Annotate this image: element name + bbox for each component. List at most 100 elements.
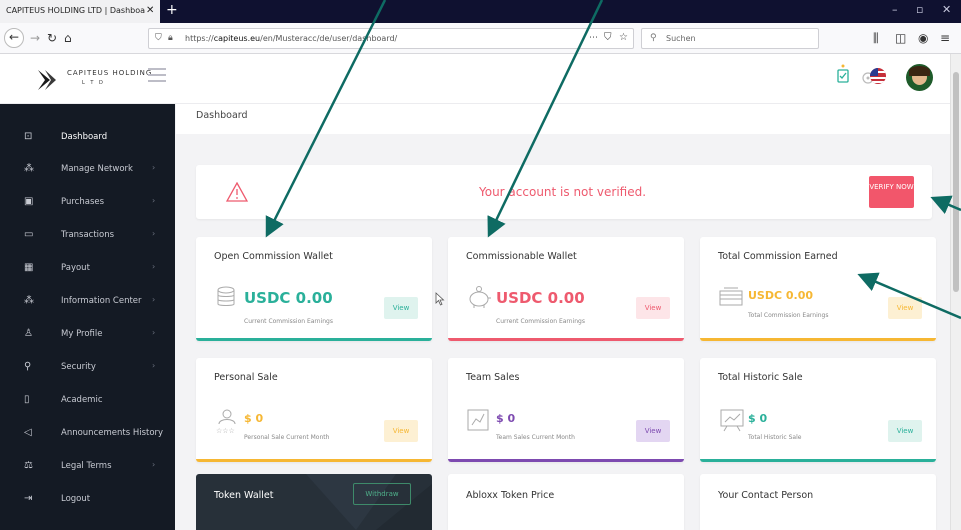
token-wallet-title: Token Wallet: [214, 490, 274, 501]
card-amount: $ 0: [748, 412, 768, 425]
sidebar-item-announcements-history[interactable]: ◁ Announcements History: [0, 416, 175, 448]
card-accent-bar: [700, 459, 936, 462]
card-title: Total Historic Sale: [718, 372, 803, 383]
brand-logo[interactable]: CAPITEUS HOLDING L T D: [36, 68, 156, 94]
alert-message: Your account is not verified.: [479, 185, 647, 199]
avatar[interactable]: [906, 64, 933, 91]
sidebar-item-academic[interactable]: ▯ Academic: [0, 383, 175, 415]
hamburger-menu-icon[interactable]: [148, 68, 166, 86]
svg-text:☆☆☆: ☆☆☆: [216, 427, 235, 434]
page-title: Dashboard: [196, 110, 248, 121]
card-view-button[interactable]: View: [384, 420, 418, 442]
security-icon: ⚲: [24, 361, 32, 372]
megaphone-icon: ◁: [24, 427, 32, 438]
sidebar-item-purchases[interactable]: ▣ Purchases ›: [0, 185, 175, 217]
forward-arrow-icon[interactable]: →: [30, 31, 40, 45]
card-subtitle: Current Commission Earnings: [244, 318, 333, 325]
sidebar-item-my-profile[interactable]: ♙ My Profile ›: [0, 317, 175, 349]
sidebar-item-label: Logout: [61, 494, 91, 504]
bookmark-star-icon[interactable]: ☆: [619, 32, 628, 43]
verify-now-button[interactable]: VERIFY NOW: [869, 176, 914, 208]
card-title: Open Commission Wallet: [214, 251, 333, 262]
card-view-button[interactable]: View: [888, 297, 922, 319]
back-arrow-icon[interactable]: ←: [4, 28, 24, 48]
card-subtitle: Total Commission Earnings: [748, 312, 829, 319]
home-icon[interactable]: ⌂: [64, 31, 72, 45]
sidebar-item-information-center[interactable]: ⁂ Information Center ›: [0, 284, 175, 316]
account-icon[interactable]: ◉: [918, 31, 928, 45]
sidebar-item-payout[interactable]: ▦ Payout ›: [0, 251, 175, 283]
sidebar-item-logout[interactable]: ⇥ Logout: [0, 482, 175, 514]
verification-alert: Your account is not verified. VERIFY NOW: [196, 165, 932, 219]
card-view-button[interactable]: View: [636, 297, 670, 319]
chart-board-icon: [466, 408, 490, 436]
sidebar-toggle-icon[interactable]: ◫: [895, 31, 906, 45]
legal-icon: ⚖: [24, 460, 33, 471]
address-bar[interactable]: ⛉ 🔒︎ https://capiteus.eu/en/Musteracc/de…: [148, 28, 634, 49]
card-accent-bar: [196, 459, 432, 462]
sidebar-item-label: Dashboard: [61, 132, 108, 142]
app-header: CAPITEUS HOLDING L T D: [0, 54, 950, 104]
tab-close-icon[interactable]: ✕: [146, 5, 154, 16]
logout-icon: ⇥: [24, 493, 33, 504]
payout-icon: ▦: [24, 262, 34, 273]
withdraw-button[interactable]: Withdraw: [353, 483, 411, 505]
url-text: https://capiteus.eu/en/Musteracc/de/user…: [185, 34, 398, 43]
page-actions-icon[interactable]: ⋯: [589, 33, 598, 43]
sidebar-item-dashboard[interactable]: ⊡ Dashboard: [0, 120, 175, 152]
brand-name: CAPITEUS HOLDING: [67, 69, 153, 77]
card-view-button[interactable]: View: [636, 420, 670, 442]
sidebar-item-security[interactable]: ⚲ Security ›: [0, 350, 175, 382]
tasks-icon[interactable]: [836, 64, 852, 84]
search-icon: ⚲: [650, 33, 657, 43]
sidebar-item-label: Purchases: [61, 197, 105, 207]
browser-search-input[interactable]: ⚲ Suchen: [641, 28, 819, 49]
team-sales-card: Team Sales $ 0 Team Sales Current Month Vie…: [448, 358, 684, 462]
library-icon[interactable]: ⫼: [873, 31, 879, 46]
chevron-right-icon: ›: [152, 229, 156, 238]
total-historic-sale-card: Total Historic Sale $ 0 Total Historic Sal…: [700, 358, 936, 462]
page-scrollbar[interactable]: [950, 54, 961, 530]
information-icon: ⁂: [24, 295, 34, 306]
chevron-right-icon: ›: [152, 328, 156, 337]
card-subtitle: Personal Sale Current Month: [244, 434, 330, 441]
minimize-icon[interactable]: –: [892, 3, 898, 16]
contact-person-title: Your Contact Person: [718, 490, 814, 501]
card-title: Total Commission Earned: [718, 251, 838, 262]
sidebar-item-manage-network[interactable]: ⁂ Manage Network ›: [0, 152, 175, 184]
restore-icon[interactable]: ▫: [916, 3, 923, 16]
card-view-button[interactable]: View: [384, 297, 418, 319]
coin-stack-icon: [214, 285, 238, 313]
scroll-thumb[interactable]: [953, 72, 959, 292]
sidebar-item-label: My Profile: [61, 329, 103, 339]
reload-icon[interactable]: ↻: [47, 31, 57, 45]
new-tab-icon[interactable]: +: [166, 2, 178, 18]
sidebar-item-legal-terms[interactable]: ⚖ Legal Terms ›: [0, 449, 175, 481]
shield-icon[interactable]: ⛉: [155, 33, 162, 43]
mouse-cursor-icon: [435, 292, 445, 306]
pocket-icon[interactable]: ⛉: [604, 32, 612, 43]
card-accent-bar: [448, 338, 684, 341]
browser-tab[interactable]: CAPITEUS HOLDING LTD | Dashboa ✕: [0, 0, 160, 23]
chevron-right-icon: ›: [152, 163, 156, 172]
window-close-icon[interactable]: ✕: [942, 3, 951, 16]
card-amount: USDC 0.00: [496, 289, 585, 307]
transactions-icon: ▭: [24, 229, 34, 240]
sidebar-item-label: Manage Network: [61, 164, 133, 174]
sidebar-item-label: Academic: [61, 395, 103, 405]
lock-icon[interactable]: 🔒︎: [168, 33, 173, 43]
token-wallet-card: Token Wallet Withdraw: [196, 474, 432, 530]
sidebar-item-transactions[interactable]: ▭ Transactions ›: [0, 218, 175, 250]
trend-board-icon: [718, 408, 746, 436]
card-amount: $ 0: [496, 412, 516, 425]
card-view-button[interactable]: View: [888, 420, 922, 442]
language-flag-icon[interactable]: [870, 68, 886, 84]
token-price-card: Abloxx Token Price: [448, 474, 684, 530]
menu-icon[interactable]: ≡: [940, 31, 950, 45]
person-rating-icon: ☆☆☆: [214, 408, 240, 438]
academic-icon: ▯: [24, 394, 30, 405]
chevron-right-icon: ›: [152, 196, 156, 205]
sidebar-item-label: Transactions: [61, 230, 115, 240]
personal-sale-card: Personal Sale ☆☆☆ $ 0 Personal Sale Current…: [196, 358, 432, 462]
search-placeholder: Suchen: [666, 34, 696, 43]
